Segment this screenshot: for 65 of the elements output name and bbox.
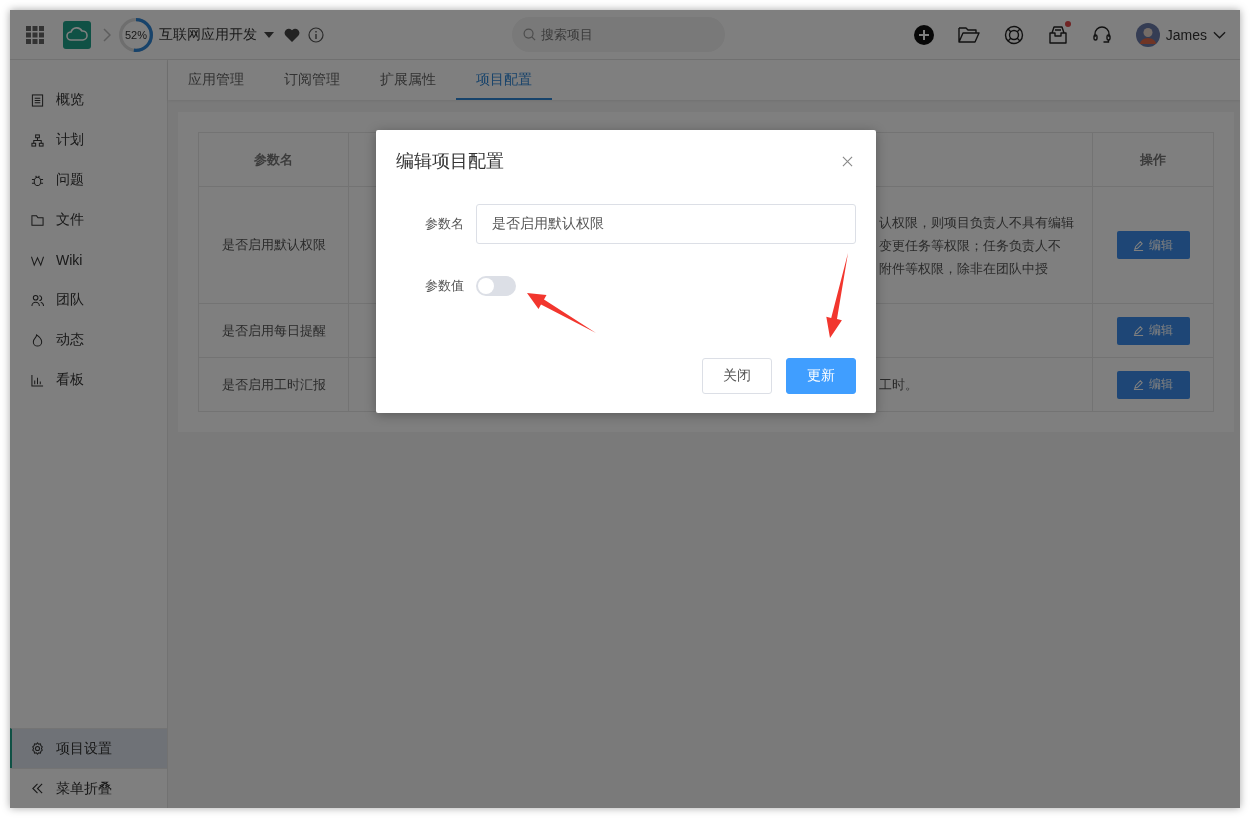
headset-icon[interactable]: [1091, 24, 1112, 45]
overview-icon: [31, 93, 44, 107]
dialog-title: 编辑项目配置: [396, 150, 504, 173]
gear-icon: [31, 742, 44, 755]
sidebar-item[interactable]: 文件: [10, 200, 167, 240]
apps-grid-icon[interactable]: [26, 25, 44, 44]
sidebar-item[interactable]: 动态: [10, 320, 167, 360]
sidebar-item[interactable]: 概览: [10, 80, 167, 120]
project-settings-item[interactable]: 项目设置: [10, 728, 167, 768]
pencil-icon: [1133, 325, 1144, 336]
field-label: 参数名: [424, 215, 464, 233]
sidebar-item[interactable]: 计划: [10, 120, 167, 160]
chevron-down-icon[interactable]: [1213, 30, 1226, 39]
caret-down-icon[interactable]: [264, 31, 274, 38]
description-text: 变更任务等权限；任务负责人不: [879, 236, 1062, 255]
sidebar-item[interactable]: 看板: [10, 360, 167, 400]
column-header: 参数名: [254, 151, 293, 167]
info-icon[interactable]: [308, 26, 324, 43]
close-icon[interactable]: [842, 155, 853, 167]
search-field[interactable]: 搜索项目: [512, 17, 725, 52]
edit-button[interactable]: 编辑: [1116, 370, 1190, 399]
input-field[interactable]: 是否启用默认权限: [476, 204, 856, 244]
project-name[interactable]: 互联网应用开发: [159, 25, 257, 44]
add-icon[interactable]: [913, 24, 934, 45]
secondary-button[interactable]: 关闭: [702, 358, 772, 394]
bug-icon: [31, 173, 44, 187]
heart-icon[interactable]: [284, 27, 300, 42]
progress-ring: 52%: [119, 17, 153, 52]
table-cell: 是否启用每日提醒: [221, 322, 326, 338]
search-icon: [523, 28, 536, 41]
folder-icon: [31, 213, 44, 227]
cloud-logo-icon[interactable]: [63, 20, 91, 49]
tab[interactable]: 订阅管理: [264, 60, 360, 100]
inbox-icon[interactable]: [1047, 24, 1068, 45]
sidebar-item[interactable]: Wiki: [10, 240, 167, 280]
description-text: 认权限，则项目负责人不具有编辑: [879, 213, 1075, 232]
sidebar-item[interactable]: 团队: [10, 280, 167, 320]
column-header: 操作: [1140, 151, 1166, 167]
toggle-switch[interactable]: [476, 276, 516, 296]
lifebuoy-icon[interactable]: [1003, 24, 1024, 45]
description-text: 附件等权限，除非在团队中授: [879, 259, 1049, 278]
chevron-right-icon: [103, 27, 111, 42]
people-icon: [31, 293, 44, 307]
table-cell: 是否启用工时汇报: [221, 376, 326, 392]
w-letter-icon: [31, 253, 44, 267]
avatar-icon[interactable]: [1135, 22, 1160, 47]
bar-chart-icon: [31, 373, 44, 387]
tab[interactable]: 应用管理: [168, 60, 264, 100]
table-cell: 是否启用默认权限: [221, 237, 326, 252]
sitemap-icon: [31, 133, 44, 147]
double-chevron-left-icon: [31, 782, 44, 795]
sidebar-item[interactable]: 问题: [10, 160, 167, 200]
edit-button[interactable]: 编辑: [1116, 316, 1190, 345]
field-label: 参数值: [424, 277, 464, 295]
user-name[interactable]: James: [1165, 26, 1207, 43]
description-text: 工时。: [879, 376, 919, 394]
flame-icon: [31, 333, 44, 347]
edit-button[interactable]: 编辑: [1116, 231, 1190, 259]
collapse-menu-item[interactable]: 菜单折叠: [10, 768, 167, 808]
folder-icon[interactable]: [957, 25, 980, 44]
pencil-icon: [1133, 239, 1144, 251]
primary-button[interactable]: 更新: [786, 358, 856, 394]
tab[interactable]: 项目配置: [456, 60, 552, 100]
pencil-icon: [1133, 379, 1144, 390]
tab[interactable]: 扩展属性: [360, 60, 456, 100]
